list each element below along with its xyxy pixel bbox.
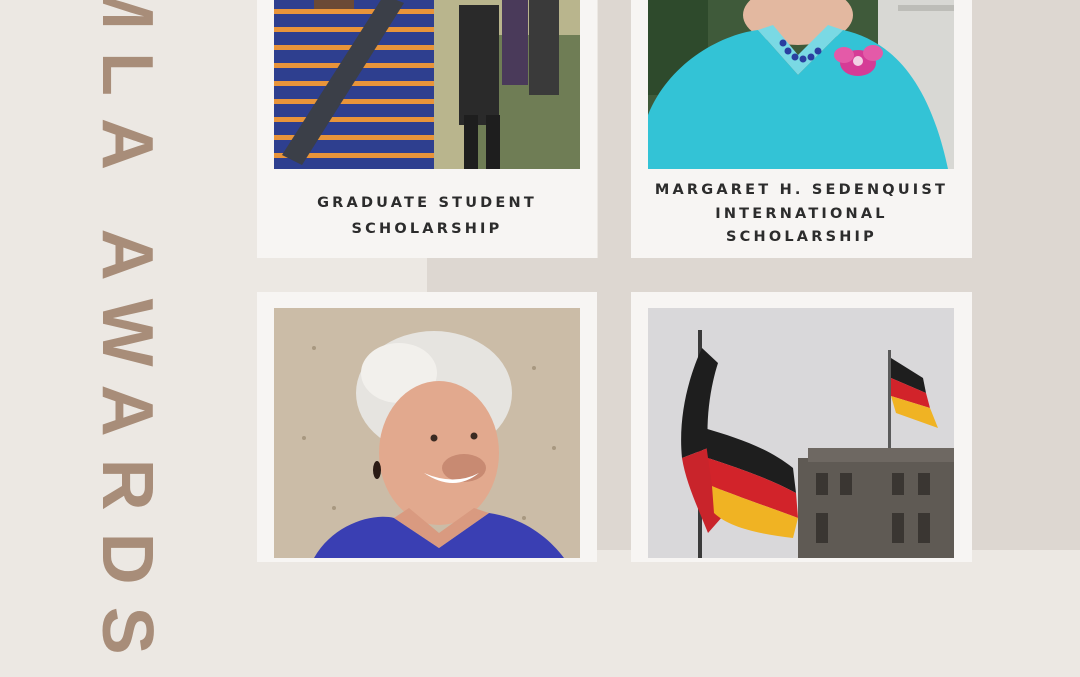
award-card-4[interactable] xyxy=(631,292,972,562)
caption-line: MARGARET H. SEDENQUIST xyxy=(654,182,949,198)
award-card-3[interactable] xyxy=(257,292,597,562)
award-caption-graduate-student: GRADUATE STUDENT SCHOLARSHIP xyxy=(257,191,597,241)
caption-line: GRADUATE STUDENT xyxy=(317,195,537,211)
caption-line: INTERNATIONAL xyxy=(715,205,888,222)
smiling-woman-photo xyxy=(274,308,580,558)
page-title-vertical: MLA AWARDS xyxy=(87,0,167,677)
german-flag-photo xyxy=(648,308,954,558)
caption-line: SCHOLARSHIP xyxy=(726,229,877,245)
elderly-woman-photo xyxy=(648,0,954,169)
student-photo xyxy=(274,0,580,169)
award-card-sedenquist-international[interactable]: MARGARET H. SEDENQUIST INTERNATIONAL SCH… xyxy=(631,0,972,258)
caption-line: SCHOLARSHIP xyxy=(351,221,503,237)
award-card-graduate-student[interactable]: GRADUATE STUDENT SCHOLARSHIP xyxy=(257,0,597,258)
award-caption-sedenquist: MARGARET H. SEDENQUIST INTERNATIONAL SCH… xyxy=(631,179,972,250)
